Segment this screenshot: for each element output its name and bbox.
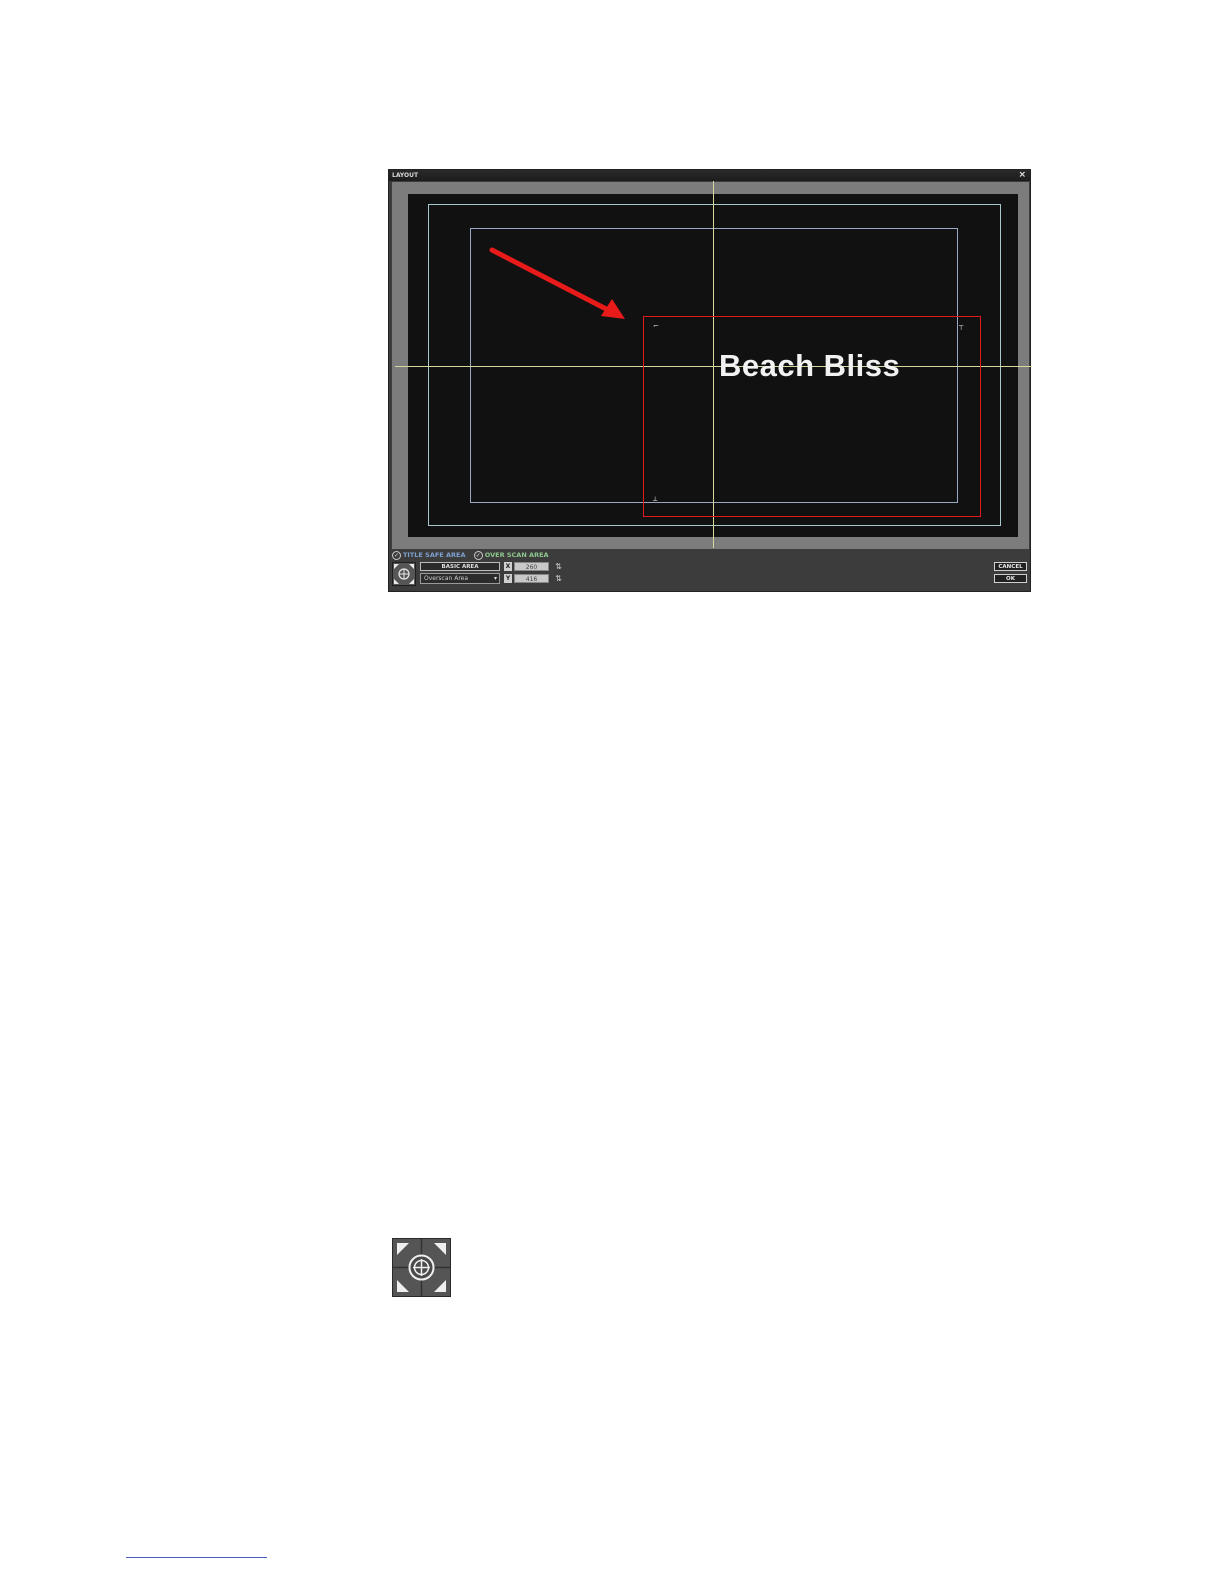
chevron-down-icon: ▾ [493, 575, 497, 582]
position-pad-button[interactable] [392, 562, 416, 586]
check-circle-icon: ✓ [392, 551, 401, 560]
area-dropdown-value: Overscan Area [424, 575, 469, 582]
x-spin-arrows-icon[interactable]: ⇅ [554, 562, 563, 571]
y-position-input[interactable]: 416 [514, 574, 549, 583]
guide-toggles: ✓ TITLE SAFE AREA ✓ OVER SCAN AREA [392, 551, 555, 560]
y-label: Y [504, 574, 512, 583]
layout-dialog: LAYOUT × ⌐ ┬ ┴ Beach Bliss ✓ TITLE SAFE … [388, 169, 1032, 592]
layout-controls: ✓ TITLE SAFE AREA ✓ OVER SCAN AREA BASIC… [389, 549, 1030, 591]
x-position-input[interactable]: 260 [514, 562, 549, 571]
dialog-title: LAYOUT [392, 172, 419, 179]
position-pad-large-icon [392, 1238, 451, 1297]
overscan-label: OVER SCAN AREA [484, 551, 549, 559]
overscan-checkbox[interactable]: ✓ OVER SCAN AREA [473, 551, 549, 560]
move-crosshair-icon [393, 1239, 450, 1296]
title-safe-label: TITLE SAFE AREA [403, 551, 466, 559]
corner-handle-top-left[interactable]: ⌐ [653, 323, 659, 330]
title-text-element[interactable]: Beach Bliss [719, 348, 900, 384]
corner-handle-top-right[interactable]: ┬ [959, 323, 963, 330]
area-dropdown[interactable]: Overscan Area ▾ [420, 573, 500, 584]
y-spin-arrows-icon[interactable]: ⇅ [554, 574, 563, 583]
area-header: BASIC AREA [420, 562, 500, 571]
cancel-button[interactable]: CANCEL [994, 562, 1027, 571]
selected-text-box[interactable] [643, 316, 981, 517]
corner-handle-bottom-left[interactable]: ┴ [653, 498, 657, 505]
title-safe-checkbox[interactable]: ✓ TITLE SAFE AREA [392, 551, 466, 560]
title-bar: LAYOUT × [389, 170, 1030, 181]
check-circle-icon: ✓ [473, 551, 483, 560]
preview-frame: ⌐ ┬ ┴ Beach Bliss [392, 181, 1032, 549]
preview-canvas[interactable]: ⌐ ┬ ┴ Beach Bliss [395, 181, 1032, 548]
annotation-arrow-icon [489, 247, 625, 319]
footnote-separator [126, 1557, 267, 1558]
move-crosshair-icon [394, 564, 414, 584]
close-button[interactable]: × [1018, 170, 1026, 181]
ok-button[interactable]: OK [994, 574, 1027, 583]
x-label: X [504, 562, 512, 571]
